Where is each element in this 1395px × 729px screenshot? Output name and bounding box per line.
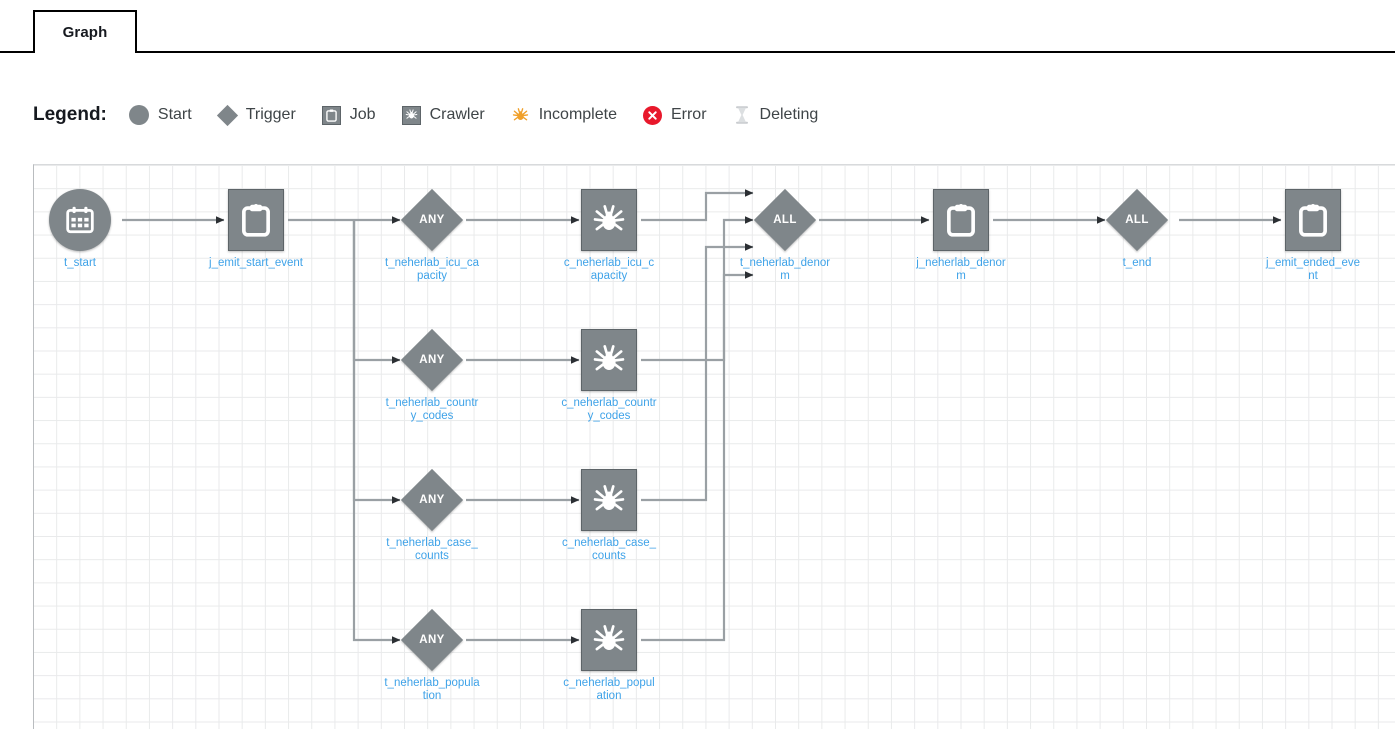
trigger-node-shape[interactable]: ANY — [401, 329, 463, 391]
legend-item-deleting: Deleting — [733, 105, 819, 125]
graph-node-label[interactable]: t_end — [1089, 257, 1185, 270]
crawler-node-shape[interactable] — [581, 189, 637, 251]
graph-node-j_emit_ended_event[interactable]: j_emit_ended_event — [1243, 189, 1383, 282]
clipboard-icon — [934, 190, 988, 250]
graph-node-j_neherlab_denorm[interactable]: j_neherlab_denorm — [891, 189, 1031, 282]
tab-strip-divider — [0, 51, 1395, 53]
graph-node-label[interactable]: j_emit_ended_event — [1265, 257, 1361, 282]
trigger-node-shape[interactable]: ANY — [401, 469, 463, 531]
graph-node-label[interactable]: t_neherlab_denorm — [737, 257, 833, 282]
clipboard-icon — [229, 190, 283, 250]
graph-node-label[interactable]: j_neherlab_denorm — [913, 257, 1009, 282]
graph-node-t_start[interactable]: t_start — [33, 189, 150, 270]
job-node-shape[interactable] — [228, 189, 284, 251]
graph-node-label[interactable]: t_start — [33, 257, 128, 270]
graph-node-label[interactable]: t_neherlab_icu_capacity — [384, 257, 480, 282]
graph-node-t_end[interactable]: ALL t_end — [1067, 189, 1207, 270]
graph-node-label[interactable]: t_neherlab_population — [384, 677, 480, 702]
trigger-condition-badge: ALL — [754, 189, 816, 251]
graph-node-j_emit_start_event[interactable]: j_emit_start_event — [186, 189, 326, 270]
hourglass-icon — [733, 105, 751, 125]
legend-label-start: Start — [158, 106, 192, 124]
calendar-icon — [49, 189, 111, 251]
crawler-node-shape[interactable] — [581, 609, 637, 671]
spider-icon — [582, 470, 636, 530]
error-circle-x-icon — [643, 106, 662, 125]
crawler-node-shape[interactable] — [581, 469, 637, 531]
legend-item-start: Start — [129, 105, 192, 125]
tab-graph-label: Graph — [63, 24, 108, 41]
spider-icon — [582, 610, 636, 670]
job-clipboard-icon — [322, 106, 341, 125]
trigger-condition-badge: ANY — [401, 469, 463, 531]
graph-node-c_neherlab_population[interactable]: c_neherlab_population — [539, 609, 679, 702]
legend-label-incomplete: Incomplete — [539, 106, 617, 124]
legend-title: Legend: — [33, 104, 107, 126]
trigger-condition-badge: ANY — [401, 609, 463, 671]
graph-node-label[interactable]: c_neherlab_country_codes — [561, 397, 657, 422]
trigger-condition-badge: ALL — [1106, 189, 1168, 251]
tab-graph[interactable]: Graph — [33, 10, 137, 53]
trigger-diamond-icon — [217, 104, 238, 125]
tab-strip: Graph — [0, 0, 1395, 53]
legend-label-trigger: Trigger — [246, 106, 296, 124]
graph-node-c_neherlab_icu_capacity[interactable]: c_neherlab_icu_capacity — [539, 189, 679, 282]
graph-canvas[interactable]: t_start j_emit_start_event ANY t_neherla… — [33, 164, 1395, 729]
legend-label-deleting: Deleting — [760, 106, 819, 124]
spider-icon — [582, 330, 636, 390]
graph-node-c_neherlab_country_codes[interactable]: c_neherlab_country_codes — [539, 329, 679, 422]
start-node-shape[interactable] — [49, 189, 111, 251]
trigger-node-shape[interactable]: ALL — [754, 189, 816, 251]
legend-item-crawler: Crawler — [402, 106, 485, 125]
start-circle-icon — [129, 105, 149, 125]
legend-item-trigger: Trigger — [218, 106, 296, 125]
legend-item-job: Job — [322, 106, 376, 125]
spider-icon — [582, 190, 636, 250]
graph-node-label[interactable]: c_neherlab_population — [561, 677, 657, 702]
graph-node-t_neherlab_icu_capacity[interactable]: ANY t_neherlab_icu_capacity — [362, 189, 502, 282]
legend: Legend: Start Trigger Job — [33, 98, 844, 132]
legend-label-crawler: Crawler — [430, 106, 485, 124]
graph-node-label[interactable]: c_neherlab_case_counts — [561, 537, 657, 562]
graph-node-c_neherlab_case_counts[interactable]: c_neherlab_case_counts — [539, 469, 679, 562]
trigger-node-shape[interactable]: ANY — [401, 189, 463, 251]
legend-item-error: Error — [643, 106, 707, 125]
trigger-node-shape[interactable]: ANY — [401, 609, 463, 671]
graph-node-t_neherlab_denorm[interactable]: ALL t_neherlab_denorm — [715, 189, 855, 282]
job-node-shape[interactable] — [1285, 189, 1341, 251]
crawler-spider-icon — [402, 106, 421, 125]
graph-node-label[interactable]: c_neherlab_icu_capacity — [561, 257, 657, 282]
graph-node-t_neherlab_country_codes[interactable]: ANY t_neherlab_country_codes — [362, 329, 502, 422]
incomplete-spider-icon — [511, 106, 530, 125]
crawler-node-shape[interactable] — [581, 329, 637, 391]
graph-node-label[interactable]: t_neherlab_country_codes — [384, 397, 480, 422]
legend-item-incomplete: Incomplete — [511, 106, 617, 125]
graph-node-t_neherlab_population[interactable]: ANY t_neherlab_population — [362, 609, 502, 702]
job-node-shape[interactable] — [933, 189, 989, 251]
trigger-condition-badge: ANY — [401, 189, 463, 251]
graph-node-label[interactable]: t_neherlab_case_counts — [384, 537, 480, 562]
clipboard-icon — [1286, 190, 1340, 250]
trigger-condition-badge: ANY — [401, 329, 463, 391]
legend-label-error: Error — [671, 106, 707, 124]
graph-node-t_neherlab_case_counts[interactable]: ANY t_neherlab_case_counts — [362, 469, 502, 562]
trigger-node-shape[interactable]: ALL — [1106, 189, 1168, 251]
legend-label-job: Job — [350, 106, 376, 124]
graph-node-label[interactable]: j_emit_start_event — [208, 257, 304, 270]
